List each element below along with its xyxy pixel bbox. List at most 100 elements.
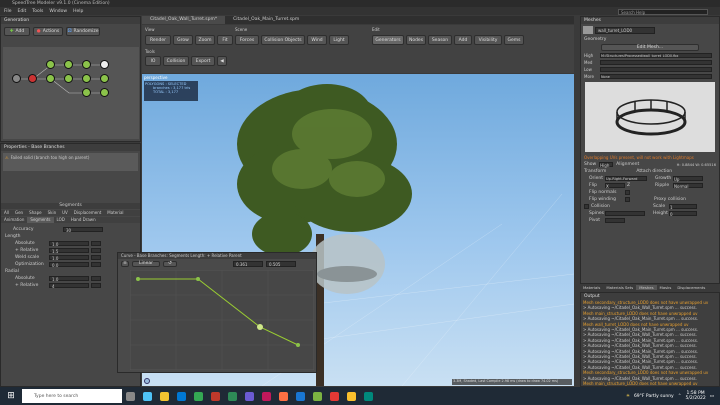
curve-menu-icon[interactable]: ≡ [121, 260, 129, 267]
generators-button[interactable]: Generators [372, 35, 404, 45]
speedtree-icon[interactable] [228, 391, 237, 401]
tab-material[interactable]: Material [104, 210, 126, 216]
curve-button[interactable] [91, 255, 101, 260]
leaf-node[interactable] [100, 88, 109, 97]
app-icon[interactable] [279, 391, 288, 401]
app-icon[interactable] [364, 391, 373, 401]
root-node[interactable] [12, 74, 21, 83]
edit-mesh-button[interactable]: Edit Mesh... [601, 44, 699, 51]
rows-field[interactable]: 0.0 [49, 262, 89, 268]
growth-dropdown[interactable]: Up [673, 176, 703, 182]
clock-date[interactable]: 5/2/2022 [686, 396, 706, 401]
pivot-dropdown[interactable] [605, 218, 625, 223]
io-button[interactable]: IO [145, 56, 161, 66]
branch-node[interactable] [64, 60, 73, 69]
lod-path-field[interactable] [600, 60, 712, 65]
curve-reset-button[interactable]: ↺ [163, 260, 177, 267]
height-field[interactable]: 0 [669, 211, 697, 217]
tab-meshes[interactable]: Meshes [636, 285, 657, 290]
help-search-input[interactable]: Search Help [618, 9, 708, 15]
flip-normals-checkbox[interactable] [625, 190, 630, 195]
mesh-name-field[interactable]: wall_turret_LOD0 [595, 26, 655, 34]
tab-all[interactable]: All [1, 210, 12, 216]
menu-window[interactable]: Window [49, 9, 67, 14]
export-button[interactable]: Export [191, 56, 215, 66]
tab-materials[interactable]: Materials [580, 285, 603, 290]
flip-dropdown[interactable]: X [605, 183, 625, 189]
tab-material-sets[interactable]: Materials Sets [603, 285, 636, 290]
menu-file[interactable]: File [4, 9, 12, 14]
doc-tab-main-turret[interactable]: Citadel_Oak_Main_Turret.spm [225, 16, 307, 24]
notifications-icon[interactable]: ▭ [710, 394, 714, 399]
tab-segments[interactable]: Segments [27, 217, 54, 223]
file-explorer-icon[interactable] [160, 391, 169, 401]
generation-graph[interactable] [3, 47, 139, 139]
rows-field[interactable]: 1.5 [49, 248, 89, 254]
tab-shape[interactable]: Shape [26, 210, 45, 216]
tab-lod[interactable]: LOD [54, 217, 68, 223]
flip-winding-checkbox[interactable] [625, 197, 630, 202]
orient-dropdown[interactable]: Up-Right-Forward [605, 176, 647, 181]
leaf-node[interactable] [100, 74, 109, 83]
trunk-node[interactable] [28, 74, 37, 83]
curve-weight-field[interactable]: 0.505 [266, 260, 296, 267]
season-button[interactable]: Season [428, 35, 452, 45]
fit-button[interactable]: Fit [217, 35, 233, 45]
photoshop-icon[interactable] [262, 391, 271, 401]
zoom-button[interactable]: Zoom [195, 35, 215, 45]
render-button[interactable]: Render [145, 35, 171, 45]
visibility-button[interactable]: Visibility [474, 35, 502, 45]
tray-chevron-icon[interactable]: ⌃ [678, 394, 682, 399]
tab-gen[interactable]: Gen [12, 210, 26, 216]
tab-masks[interactable]: Masks [657, 285, 675, 290]
rows-field[interactable]: 1.0 [49, 255, 89, 261]
windows-start-icon[interactable]: ⊞ [4, 389, 18, 403]
branch-node[interactable] [64, 74, 73, 83]
weather-text[interactable]: 69°F Partly sunny [634, 394, 674, 399]
doc-tab-wall-turret[interactable]: Citadel_Oak_Wall_Turret.spm* [142, 16, 226, 24]
show-dropdown[interactable]: High [599, 162, 614, 168]
collision-checkbox[interactable] [584, 204, 589, 209]
radial_rows-field[interactable]: 1.0 [49, 276, 89, 282]
grow-button[interactable]: Grow [173, 35, 193, 45]
lod-path-field[interactable]: M:/Structures/Processed/wall_turret_LOD0… [600, 53, 712, 58]
leaf-node[interactable] [82, 74, 91, 83]
mesh-node[interactable] [100, 60, 109, 69]
collision-objects-button[interactable]: Collision Objects [261, 35, 305, 45]
curve-button[interactable] [91, 262, 101, 267]
accuracy-field[interactable]: 30 [63, 227, 103, 233]
curve-button[interactable] [91, 283, 101, 288]
ripple-dropdown[interactable]: Normal [673, 183, 703, 189]
light-button[interactable]: Light [329, 35, 349, 45]
add-button[interactable]: ✚ Add [4, 27, 30, 36]
randomize-button[interactable]: ⚄ Randomize [66, 27, 100, 36]
tab-animation[interactable]: Animation [1, 217, 27, 223]
leaf-node[interactable] [82, 88, 91, 97]
curve-button[interactable] [91, 276, 101, 281]
mail-icon[interactable] [177, 391, 186, 401]
app-icon[interactable] [211, 391, 220, 401]
chrome-icon[interactable] [194, 391, 203, 401]
add-edit-button[interactable]: Add [454, 35, 472, 45]
curve-preset-dropdown[interactable]: Linear [132, 260, 160, 267]
radial_rows-field[interactable]: 4 [49, 283, 89, 289]
tab-displacements[interactable]: Displacements [674, 285, 708, 290]
actions-button[interactable]: ● Actions [33, 27, 63, 36]
gizmo-icon[interactable] [144, 378, 150, 384]
menu-edit[interactable]: Edit [18, 9, 27, 14]
tab-skin[interactable]: Skin [45, 210, 60, 216]
gems-button[interactable]: Gems [504, 35, 524, 45]
app-icon[interactable] [313, 391, 322, 401]
menu-help[interactable]: Help [73, 9, 83, 14]
branch-node[interactable] [46, 60, 55, 69]
task-view-icon[interactable] [126, 391, 135, 401]
edge-browser-icon[interactable] [143, 391, 152, 401]
tab-uv[interactable]: UV [59, 210, 71, 216]
collision-button[interactable]: Collision [163, 56, 189, 66]
tab-hand-drawn[interactable]: Hand Drawn [68, 217, 99, 223]
nodes-button[interactable]: Nodes [406, 35, 426, 45]
menu-tools[interactable]: Tools [32, 9, 43, 14]
wind-button[interactable]: Wind [307, 35, 327, 45]
app-icon[interactable] [347, 391, 356, 401]
forces-button[interactable]: Forces [235, 35, 259, 45]
